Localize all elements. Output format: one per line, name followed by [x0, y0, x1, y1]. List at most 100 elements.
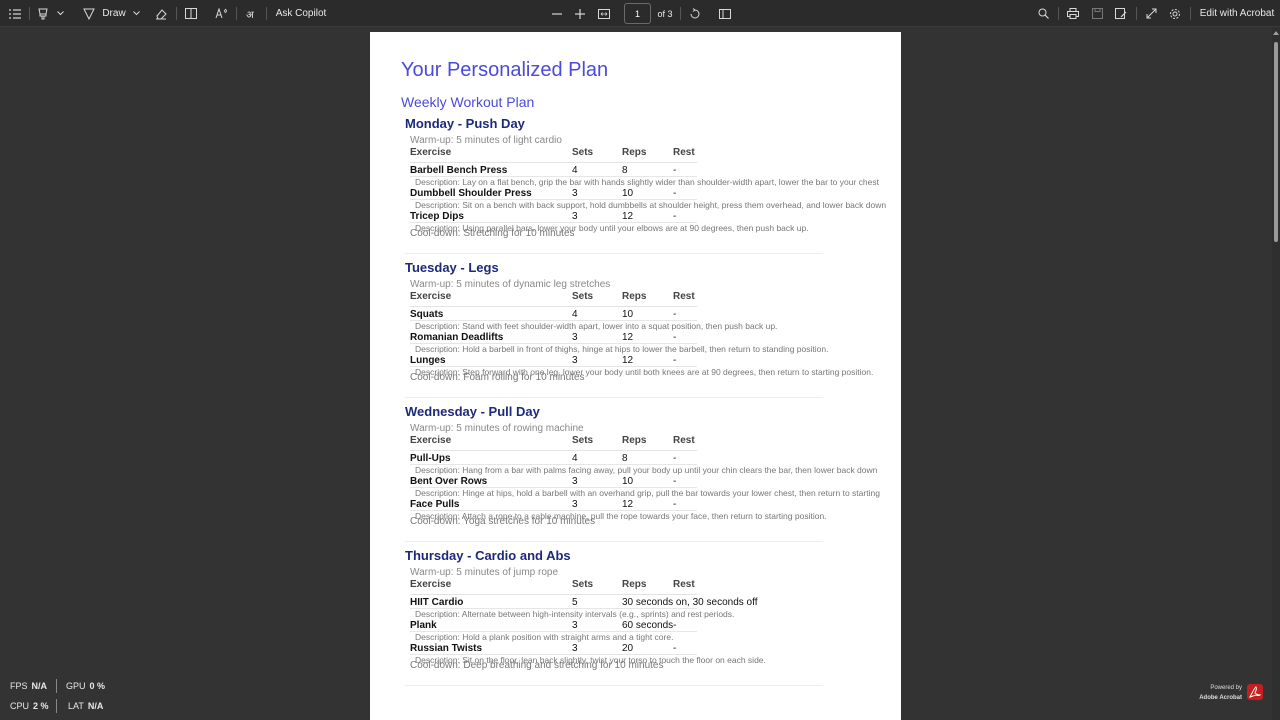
warmup-text: Warm-up: 5 minutes of jump rope [410, 567, 559, 578]
exercise-reps: 10 [622, 188, 634, 199]
text-box-icon[interactable] [184, 0, 198, 27]
highlighter-icon[interactable] [36, 0, 50, 27]
exercise-reps: 10 [622, 476, 634, 487]
column-header-sets: Sets [572, 435, 594, 446]
draw-label: Draw [102, 8, 126, 19]
exercise-sets: 3 [572, 332, 578, 343]
exercise-sets: 3 [572, 476, 578, 487]
eraser-icon[interactable] [154, 0, 168, 27]
column-header-exercise: Exercise [410, 579, 452, 590]
exercise-sets: 5 [572, 597, 578, 608]
cooldown-text: Cool-down: Stretching for 10 minutes [410, 228, 575, 239]
cooldown-text: Cool-down: Deep breathing and stretching… [410, 660, 664, 671]
exercise-name: Tricep Dips [410, 211, 464, 222]
column-header-rest: Rest [673, 579, 695, 590]
exercise-sets: 4 [572, 453, 578, 464]
section-divider [405, 541, 823, 542]
exercise-description: Description: Hold a barbell in front of … [415, 344, 829, 354]
column-header-sets: Sets [572, 147, 594, 158]
column-header-exercise: Exercise [410, 435, 452, 446]
exercise-sets: 3 [572, 643, 578, 654]
translate-icon[interactable]: अ [243, 0, 257, 27]
plus-icon[interactable] [573, 0, 587, 27]
acrobat-logo-icon [1247, 684, 1263, 700]
pdf-page[interactable]: Your Personalized Plan Weekly Workout Pl… [370, 32, 901, 720]
page-total: of 3 [657, 8, 673, 19]
exercise-sets: 3 [572, 188, 578, 199]
exercise-description: Description: Stand with feet shoulder-wi… [415, 321, 778, 331]
save-icon[interactable] [1090, 0, 1104, 27]
exercise-description: Description: Lay on a flat bench, grip t… [415, 177, 879, 187]
toolbar: Draw अ Ask Copilot 1 of 3 Edit with Acro… [0, 0, 1280, 27]
scroll-up-icon[interactable] [1273, 31, 1279, 35]
list-icon[interactable] [8, 0, 22, 27]
ask-copilot-label: Ask Copilot [275, 8, 327, 19]
column-header-reps: Reps [622, 435, 647, 446]
ask-copilot-button[interactable]: Ask Copilot [275, 0, 327, 27]
exercise-name: Squats [410, 309, 444, 320]
exercise-rest: - [673, 211, 677, 222]
table-row: HIIT Cardio 5 30 seconds on, 30 seconds of… [405, 597, 901, 619]
exercise-sets: 3 [572, 499, 578, 510]
exercise-sets: 3 [572, 620, 578, 631]
exercise-reps: 8 [622, 165, 628, 176]
chevron-down-icon[interactable] [132, 0, 140, 27]
exercise-rest: - [673, 355, 677, 366]
save-as-icon[interactable] [1114, 0, 1128, 27]
day-title: Monday - Push Day [405, 116, 525, 131]
exercise-description: Description: Sit on a bench with back su… [415, 200, 887, 210]
header-divider [410, 306, 697, 307]
expand-icon[interactable] [1144, 0, 1158, 27]
exercise-rest: - [673, 499, 677, 510]
table-row: Barbell Bench Press 4 8 - Description: Lay o… [405, 165, 901, 187]
latency-readout: LAT N/A [68, 701, 104, 711]
pen-icon[interactable] [82, 0, 96, 27]
workout-day: Tuesday - Legs Warm-up: 5 minutes of dyna… [405, 260, 901, 404]
cooldown-text: Cool-down: Yoga stretches for 10 minutes [410, 516, 596, 527]
scroll-thumb[interactable] [1274, 42, 1278, 242]
day-title: Tuesday - Legs [405, 260, 499, 275]
fit-page-icon[interactable] [597, 0, 611, 27]
fps-readout: FPS N/A [10, 681, 48, 691]
exercise-reps: 8 [622, 453, 628, 464]
exercise-rest: - [673, 620, 677, 631]
gear-icon[interactable] [1168, 0, 1182, 27]
header-divider [410, 162, 697, 163]
column-header-rest: Rest [673, 147, 695, 158]
page-view-icon[interactable] [718, 0, 732, 27]
column-header-reps: Reps [622, 291, 647, 302]
chevron-down-icon[interactable] [56, 0, 64, 27]
table-row: Dumbbell Shoulder Press 3 10 - Description: … [405, 188, 901, 210]
edit-with-acrobat-button[interactable]: Edit with Acrobat [1199, 0, 1275, 27]
powered-by: Powered by Adobe Acrobat [1199, 685, 1242, 701]
exercise-reps: 12 [622, 332, 634, 343]
exercise-reps: 12 [622, 499, 634, 510]
minus-icon[interactable] [550, 0, 564, 27]
warmup-text: Warm-up: 5 minutes of light cardio [410, 135, 562, 146]
exercise-rest: - [673, 643, 677, 654]
print-icon[interactable] [1066, 0, 1080, 27]
vertical-scrollbar[interactable] [1272, 27, 1280, 720]
search-icon[interactable] [1036, 0, 1050, 27]
workout-day: Wednesday - Pull Day Warm-up: 5 minutes o… [405, 404, 901, 548]
exercise-reps: 12 [622, 355, 634, 366]
column-header-sets: Sets [572, 579, 594, 590]
draw-button[interactable]: Draw [101, 0, 127, 27]
rotate-icon[interactable] [688, 0, 702, 27]
exercise-name: Romanian Deadlifts [410, 332, 504, 343]
exercise-reps: 20 [622, 643, 634, 654]
section-divider [405, 397, 823, 398]
day-title: Wednesday - Pull Day [405, 404, 540, 419]
read-aloud-icon[interactable] [214, 0, 228, 27]
page-number-input[interactable]: 1 [624, 3, 651, 24]
gpu-readout: GPU 0 % [66, 681, 106, 691]
exercise-rest: - [673, 476, 677, 487]
column-header-rest: Rest [673, 291, 695, 302]
column-header-exercise: Exercise [410, 147, 452, 158]
exercise-name: Lunges [410, 355, 446, 366]
workout-day: Monday - Push Day Warm-up: 5 minutes of l… [405, 116, 901, 260]
column-header-sets: Sets [572, 291, 594, 302]
page-subtitle: Weekly Workout Plan [401, 94, 535, 110]
table-row: Romanian Deadlifts 3 12 - Description: Hold … [405, 332, 901, 354]
page-title: Your Personalized Plan [401, 59, 609, 81]
